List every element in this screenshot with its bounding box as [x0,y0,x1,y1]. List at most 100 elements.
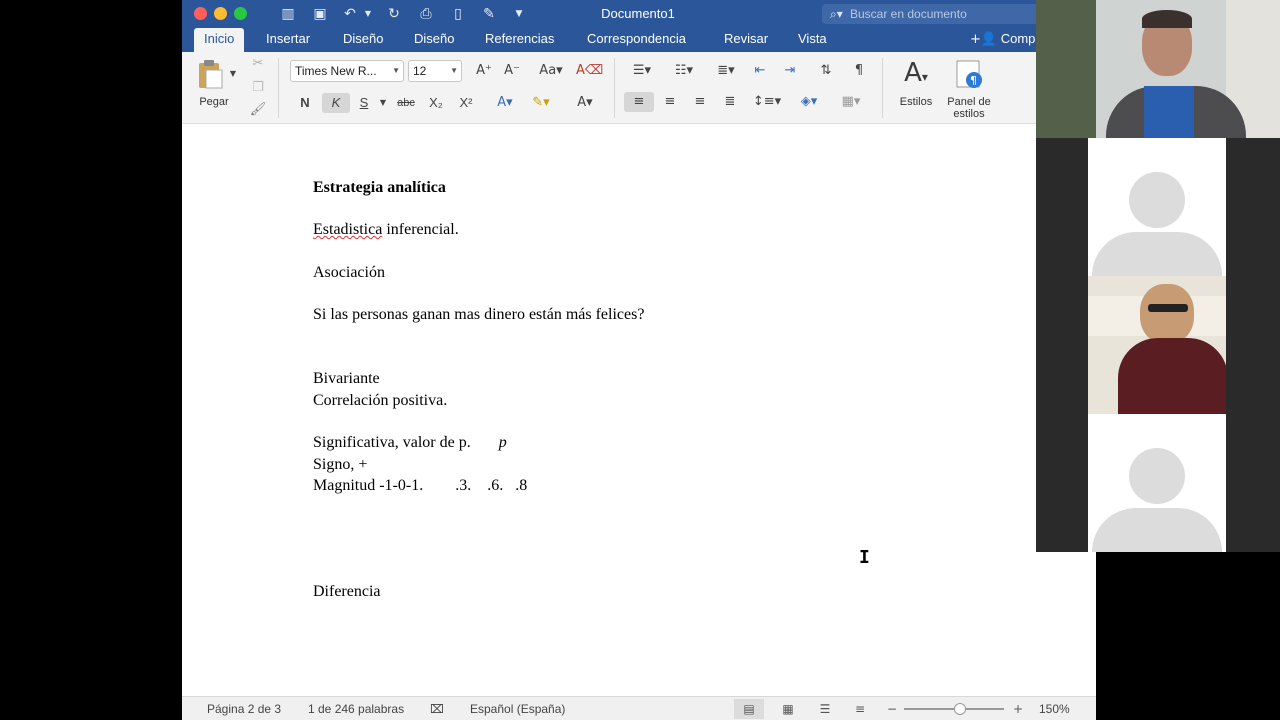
styles-pane-button[interactable]: ¶ [954,58,984,92]
sidebar-icon[interactable]: ▥ [278,4,298,24]
maximize-window-button[interactable] [234,7,247,20]
cut-icon[interactable]: ✂ [248,54,268,74]
tab-referencias[interactable]: Referencias [485,28,554,52]
add-person-icon: +👤 [970,32,998,47]
shading-icon[interactable]: ◈▾ [792,92,826,112]
underline-dropdown-icon[interactable]: ▼ [378,93,388,113]
line-spacing-icon[interactable]: ↕≡▾ [750,92,784,112]
chevron-down-icon: ▼ [392,66,400,75]
superscript-button[interactable]: X² [454,93,478,113]
styles-pane-label-line1: Panel de [947,96,991,108]
zoom-in-icon[interactable]: + [1008,699,1028,719]
ribbon-tabs: Inicio Insertar Diseño Diseño Referencia… [182,28,1096,52]
person-shirt [1144,86,1194,138]
tab-diseno[interactable]: Diseño [343,28,383,52]
web-layout-icon[interactable]: ▦ [778,699,798,719]
paste-dropdown-icon[interactable]: ▼ [228,64,238,84]
font-size-select[interactable]: 12 ▼ [408,60,462,82]
redo-icon[interactable]: ↻ [384,4,404,24]
font-name-select[interactable]: Times New R... ▼ [290,60,404,82]
change-case-icon[interactable]: Aa▾ [534,61,568,81]
save-icon[interactable]: ▣ [310,4,330,24]
format-painter-icon[interactable]: 🖌 [248,100,268,120]
zoom-level[interactable]: 150% [1039,697,1070,720]
zoom-slider-handle[interactable] [954,703,966,715]
tab-revisar[interactable]: Revisar [724,28,768,52]
document-line: Bivariante [313,370,380,387]
participant-video [1088,276,1226,414]
outline-view-icon[interactable]: ☰ [815,699,835,719]
document-line: Diferencia [313,583,381,600]
tab-inicio[interactable]: Inicio [194,28,245,52]
styles-pane-icon: ¶ [956,60,982,88]
bullets-icon[interactable]: ☰▾ [624,61,660,81]
styles-pane-label-line2: estilos [953,108,985,120]
document-line: Significativa, valor de p. p [313,434,507,452]
print-icon[interactable]: ⎙ [416,4,436,24]
new-document-icon[interactable]: ▯ [448,4,468,24]
video-panel-edge [1226,138,1280,552]
underline-button[interactable]: S [354,93,374,113]
grow-font-icon[interactable]: A⁺ [472,61,496,81]
edit-icon[interactable]: ✎ [478,4,500,24]
word-count[interactable]: 1 de 246 palabras [308,697,404,720]
search-icon: ⌕▾ [830,7,843,21]
status-bar: Página 2 de 3 1 de 246 palabras ⌧ Españo… [182,696,1096,720]
show-formatting-marks-icon[interactable]: ¶ [848,61,870,81]
ribbon: ▼ Pegar ✂ ❐ 🖌 Times New R... ▼ 12 ▼ A⁺ A… [182,52,1096,124]
subscript-button[interactable]: X₂ [424,93,448,113]
search-input[interactable]: ⌕▾ Buscar en documento [822,4,1042,24]
undo-dropdown-icon[interactable]: ▼ [362,4,374,24]
bold-button[interactable]: N [294,93,316,113]
zoom-out-icon[interactable]: − [882,699,902,719]
clear-formatting-icon[interactable]: A⌫ [576,61,603,81]
numbering-icon[interactable]: ☷▾ [666,61,702,81]
italic-button[interactable]: K [322,93,350,113]
styles-pane-label: Panel de estilos [940,96,998,120]
sort-icon[interactable]: ⇅ [814,61,838,81]
video-panel-edge [1036,138,1088,552]
multilevel-list-icon[interactable]: ≣▾ [708,61,744,81]
ribbon-divider [882,58,883,118]
document-page[interactable]: Estrategia analítica Estadistica inferen… [182,125,1096,696]
tab-insertar[interactable]: Insertar [266,28,310,52]
page-count[interactable]: Página 2 de 3 [207,697,281,720]
person-jacket [1118,338,1226,414]
highlight-icon[interactable]: ✎▾ [526,93,556,113]
borders-icon[interactable]: ▦▾ [834,92,868,112]
paste-button[interactable] [196,58,224,90]
copy-icon[interactable]: ❐ [248,78,268,98]
font-color-icon[interactable]: A▾ [568,93,602,113]
align-right-icon[interactable]: ≡ [688,92,712,112]
avatar-body [1092,508,1222,552]
close-window-button[interactable] [194,7,207,20]
align-center-icon[interactable]: ≡ [658,92,682,112]
line-text: Significativa, valor de p. [313,434,471,451]
avatar-head [1129,172,1185,228]
document-title: Documento1 [601,6,675,21]
shrink-font-icon[interactable]: A⁻ [500,61,524,81]
misspelled-word[interactable]: Estadistica [313,221,382,238]
tab-correspondencia[interactable]: Correspondencia [587,28,686,52]
text-effects-icon[interactable]: A▾ [490,93,520,113]
justify-icon[interactable]: ≣ [718,92,742,112]
undo-icon[interactable]: ↶ [340,4,360,24]
proofing-icon[interactable]: ⌧ [430,697,444,720]
decrease-indent-icon[interactable]: ⇤ [748,61,772,81]
avatar-body [1092,232,1222,276]
window-background [1036,0,1096,138]
tab-diseno-layout[interactable]: Diseño [414,28,454,52]
draft-view-icon[interactable]: ≡ [850,699,870,719]
strikethrough-button[interactable]: abc [392,93,420,113]
share-button[interactable]: +👤 Compa [970,28,1043,52]
language[interactable]: Español (España) [470,697,565,720]
align-left-icon[interactable]: ≡ [624,92,654,112]
sunglasses-icon [1148,304,1188,312]
tab-vista[interactable]: Vista [798,28,827,52]
print-layout-icon[interactable]: ▤ [734,699,764,719]
increase-indent-icon[interactable]: ⇥ [778,61,802,81]
minimize-window-button[interactable] [214,7,227,20]
font-name-value: Times New R... [295,64,377,78]
styles-icon[interactable]: A▾ [894,56,938,90]
word-window: ▥ ▣ ↶ ▼ ↻ ⎙ ▯ ✎ ▼ Documento1 ⌕▾ Buscar e… [182,0,1096,720]
